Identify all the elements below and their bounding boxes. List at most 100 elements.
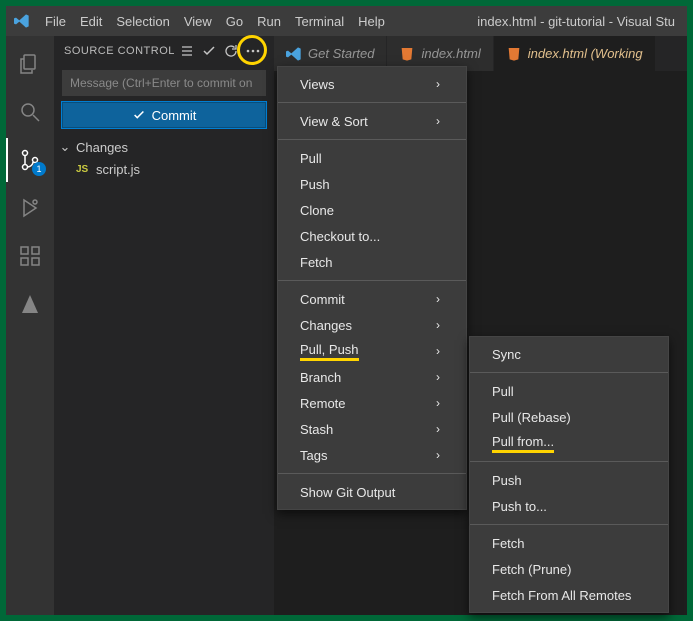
check-icon <box>132 108 146 122</box>
tab-label: index.html <box>421 46 480 61</box>
menu-item-label: Push to... <box>492 499 547 514</box>
extensions-icon <box>18 244 42 268</box>
chevron-right-icon: › <box>436 396 440 410</box>
menu-item-label: Stash <box>300 422 333 437</box>
menu-item-label: View & Sort <box>300 114 368 129</box>
vscode-logo-icon <box>14 13 30 29</box>
menu-item[interactable]: Show Git Output <box>278 479 466 505</box>
view-as-tree-icon[interactable] <box>176 40 198 62</box>
menu-item-label: Branch <box>300 370 341 385</box>
menu-item-label: Pull <box>300 151 322 166</box>
activity-azure[interactable] <box>6 282 54 326</box>
menu-item[interactable]: Checkout to... <box>278 223 466 249</box>
menu-item[interactable]: Commit › <box>278 286 466 312</box>
menu-item-label: Pull (Rebase) <box>492 410 571 425</box>
activity-bar: 1 <box>6 36 54 615</box>
activity-explorer[interactable] <box>6 42 54 86</box>
vscode-icon <box>286 46 302 62</box>
menu-item[interactable]: Views › <box>278 71 466 97</box>
menu-item-label: Push <box>300 177 330 192</box>
menu-edit[interactable]: Edit <box>73 14 109 29</box>
menu-item[interactable]: Tags › <box>278 442 466 468</box>
chevron-right-icon: › <box>436 448 440 462</box>
menu-item-label: Checkout to... <box>300 229 380 244</box>
menu-item-label: Pull, Push <box>300 342 359 361</box>
menu-item[interactable]: Changes › <box>278 312 466 338</box>
menu-separator <box>278 102 466 103</box>
menu-item[interactable]: Fetch <box>278 249 466 275</box>
menu-item-label: Fetch <box>300 255 333 270</box>
menu-item[interactable]: Pull <box>278 145 466 171</box>
menu-selection[interactable]: Selection <box>109 14 176 29</box>
menu-item[interactable]: Remote› <box>278 390 466 416</box>
menu-run[interactable]: Run <box>250 14 288 29</box>
menu-help[interactable]: Help <box>351 14 392 29</box>
debug-icon <box>18 196 42 220</box>
menu-item[interactable]: Fetch (Prune) <box>470 556 668 582</box>
menu-item-label: Views <box>300 77 334 92</box>
tab-label: Get Started <box>308 46 374 61</box>
search-icon <box>18 100 42 124</box>
tab-index-html-working[interactable]: index.html (Working <box>494 36 656 71</box>
chevron-right-icon: › <box>436 318 440 332</box>
commit-message-input[interactable]: Message (Ctrl+Enter to commit on <box>62 70 266 96</box>
menu-item-label: Fetch (Prune) <box>492 562 571 577</box>
menu-item[interactable]: Branch› <box>278 364 466 390</box>
source-control-sidebar: SOURCE CONTROL Message (Ctrl+Enter to co… <box>54 36 274 615</box>
menu-separator <box>470 524 668 525</box>
changes-section[interactable]: ⌄ Changes <box>54 136 274 158</box>
menu-separator <box>278 139 466 140</box>
menu-item[interactable]: Pull <box>470 378 668 404</box>
menu-file[interactable]: File <box>38 14 73 29</box>
menu-item[interactable]: Sync <box>470 341 668 367</box>
menu-item[interactable]: Pull, Push› <box>278 338 466 364</box>
scm-more-actions-menu: Views › View & Sort › Pull Push Clone Checkout … <box>277 66 467 510</box>
menu-item[interactable]: Pull (Rebase) <box>470 404 668 430</box>
menu-item-label: Sync <box>492 347 521 362</box>
commit-button[interactable]: Commit <box>62 102 266 128</box>
refresh-icon[interactable] <box>220 40 242 62</box>
menu-item[interactable]: Clone <box>278 197 466 223</box>
sidebar-header: SOURCE CONTROL <box>54 36 274 66</box>
azure-icon <box>18 292 42 316</box>
chevron-right-icon: › <box>436 292 440 306</box>
more-actions-icon[interactable] <box>242 40 264 62</box>
menu-item[interactable]: Stash› <box>278 416 466 442</box>
scm-badge: 1 <box>32 162 46 176</box>
menu-separator <box>278 473 466 474</box>
menu-terminal[interactable]: Terminal <box>288 14 351 29</box>
chevron-right-icon: › <box>436 114 440 128</box>
menu-item[interactable]: Push <box>470 467 668 493</box>
menu-view[interactable]: View <box>177 14 219 29</box>
changes-label: Changes <box>76 140 128 155</box>
menu-go[interactable]: Go <box>219 14 250 29</box>
menu-item-label: Tags <box>300 448 327 463</box>
menu-item-label: Pull from... <box>492 434 554 453</box>
html-file-icon <box>399 46 415 62</box>
window-title: index.html - git-tutorial - Visual Stu <box>477 14 679 29</box>
activity-extensions[interactable] <box>6 234 54 278</box>
menu-item[interactable]: View & Sort › <box>278 108 466 134</box>
commit-check-icon[interactable] <box>198 40 220 62</box>
menu-item[interactable]: Pull from... <box>470 430 668 456</box>
activity-source-control[interactable]: 1 <box>6 138 54 182</box>
menu-item-label: Push <box>492 473 522 488</box>
menu-item[interactable]: Push to... <box>470 493 668 519</box>
chevron-right-icon: › <box>436 77 440 91</box>
changed-file-row[interactable]: JS script.js <box>54 158 274 180</box>
activity-search[interactable] <box>6 90 54 134</box>
menu-item[interactable]: Fetch <box>470 530 668 556</box>
menu-item-label: Changes <box>300 318 352 333</box>
menu-separator <box>470 461 668 462</box>
menu-separator <box>470 372 668 373</box>
pull-push-submenu: Sync Pull Pull (Rebase) Pull from... Push Pus… <box>469 336 669 613</box>
menu-item[interactable]: Push <box>278 171 466 197</box>
menu-item-label: Fetch <box>492 536 525 551</box>
files-icon <box>18 52 42 76</box>
menu-item-label: Commit <box>300 292 345 307</box>
activity-run-debug[interactable] <box>6 186 54 230</box>
menu-item[interactable]: Fetch From All Remotes <box>470 582 668 608</box>
menu-separator <box>278 280 466 281</box>
menu-item-label: Fetch From All Remotes <box>492 588 631 603</box>
html-file-icon <box>506 46 522 62</box>
